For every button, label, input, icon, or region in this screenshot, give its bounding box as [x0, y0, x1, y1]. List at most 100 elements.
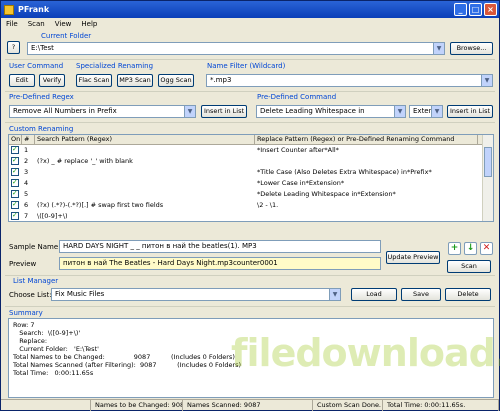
chevron-down-icon[interactable]: ▼: [431, 106, 442, 117]
ogg-scan-button[interactable]: Ogg Scan: [158, 74, 194, 87]
row-number: 5: [24, 190, 29, 198]
status-names-scanned: Names Scanned: 9087: [183, 400, 313, 411]
update-preview-button[interactable]: Update Preview: [386, 251, 440, 264]
save-button[interactable]: Save: [401, 288, 441, 301]
row-number: 6: [24, 201, 29, 209]
divider: [5, 59, 495, 60]
table-header: On # Search Pattern (Regex) Replace Patt…: [9, 135, 493, 145]
current-folder-combo[interactable]: E:\Test ▼: [27, 42, 445, 55]
replace-pattern-cell[interactable]: *Insert Counter after*All*: [255, 145, 478, 156]
search-pattern-cell[interactable]: [35, 189, 255, 200]
sample-name-label: Sample Name: [9, 243, 59, 251]
status-total-time: Total Time: 0:00:11.65s.: [383, 400, 499, 411]
name-filter-label: Name Filter (Wildcard): [207, 62, 286, 70]
name-filter-combo[interactable]: *.mp3 ▼: [206, 74, 493, 87]
divider: [5, 122, 495, 123]
current-folder-value: E:\Test: [31, 44, 54, 52]
choose-list-label: Choose List:: [9, 291, 52, 299]
column-header[interactable]: #: [22, 135, 35, 144]
app-window: PFrank _ □ × File Scan View Help Current…: [0, 0, 500, 411]
status-scan-done: Custom Scan Done.: [313, 400, 383, 411]
chevron-down-icon[interactable]: ▼: [184, 106, 195, 117]
row-checkbox[interactable]: [11, 211, 19, 221]
extension-combo[interactable]: Extensi ▼: [409, 105, 443, 118]
row-checkbox[interactable]: [11, 189, 19, 199]
column-header[interactable]: Replace Pattern (Regex) or Pre-Defined R…: [255, 135, 478, 144]
custom-renaming-table[interactable]: On # Search Pattern (Regex) Replace Patt…: [8, 134, 494, 222]
browse-button[interactable]: Browse...: [450, 42, 493, 55]
minimize-button[interactable]: _: [454, 3, 467, 16]
title-bar[interactable]: PFrank _ □ ×: [1, 1, 499, 18]
menu-view[interactable]: View: [55, 20, 72, 28]
menu-bar: File Scan View Help: [1, 18, 499, 30]
replace-pattern-cell[interactable]: [255, 156, 478, 167]
load-button[interactable]: Load: [351, 288, 397, 301]
list-combo[interactable]: Fix Music Files ▼: [51, 288, 341, 301]
replace-pattern-cell[interactable]: *Title Case (Also Deletes Extra Whitespa…: [255, 167, 478, 178]
insert-command-button[interactable]: Insert in List: [447, 105, 493, 118]
row-checkbox[interactable]: [11, 167, 19, 177]
table-row[interactable]: 4 *Lower Case in*Extension*: [9, 178, 493, 189]
replace-pattern-cell[interactable]: [255, 211, 478, 221]
predefined-regex-combo[interactable]: Remove All Numbers in Prefix ▼: [9, 105, 196, 118]
table-row[interactable]: 3 *Title Case (Also Deletes Extra Whites…: [9, 167, 493, 178]
sample-name-input[interactable]: HARD DAYS NIGHT _ _ питон в най the beat…: [59, 240, 381, 253]
column-header[interactable]: Search Pattern (Regex): [35, 135, 255, 144]
close-button[interactable]: ×: [484, 3, 497, 16]
replace-pattern-cell[interactable]: \2 - \1.: [255, 200, 478, 211]
delete-button[interactable]: Delete: [445, 288, 491, 301]
mp3-scan-button[interactable]: MP3 Scan: [117, 74, 153, 87]
chevron-down-icon[interactable]: ▼: [394, 106, 405, 117]
menu-scan[interactable]: Scan: [28, 20, 45, 28]
divider: [5, 275, 495, 276]
table-scrollbar[interactable]: [482, 135, 493, 221]
row-number: 2: [24, 157, 29, 165]
edit-button[interactable]: Edit: [9, 74, 35, 87]
table-row[interactable]: 2 (?x) _ # replace '_' with blank: [9, 156, 493, 167]
user-command-label: User Command: [9, 62, 64, 70]
search-pattern-cell[interactable]: [35, 145, 255, 156]
scan-button[interactable]: Scan: [447, 260, 491, 273]
search-pattern-cell[interactable]: (?x) (.*?)-(.*?)[.] # swap first two fie…: [35, 200, 255, 211]
replace-pattern-cell[interactable]: *Lower Case in*Extension*: [255, 178, 478, 189]
verify-button[interactable]: Verify: [39, 74, 65, 87]
menu-file[interactable]: File: [6, 20, 18, 28]
status-bar: Names to be Changed: 9087 Names Scanned:…: [1, 399, 499, 411]
table-row[interactable]: 6 (?x) (.*?)-(.*?)[.] # swap first two f…: [9, 200, 493, 211]
move-down-icon[interactable]: ↓: [464, 242, 477, 255]
row-checkbox[interactable]: [11, 200, 19, 210]
replace-pattern-cell[interactable]: *Delete Leading Whitespace in*Extension*: [255, 189, 478, 200]
table-row[interactable]: 7 \([0-9]+\): [9, 211, 493, 221]
column-header[interactable]: On: [9, 135, 22, 144]
predefined-command-value: Delete Leading Whitespace in: [260, 107, 365, 115]
divider: [5, 91, 495, 92]
search-pattern-cell[interactable]: (?x) _ # replace '_' with blank: [35, 156, 255, 167]
predefined-regex-value: Remove All Numbers in Prefix: [13, 107, 117, 115]
table-row[interactable]: 5 *Delete Leading Whitespace in*Extensio…: [9, 189, 493, 200]
row-number: 3: [24, 168, 29, 176]
row-checkbox[interactable]: [11, 178, 19, 188]
search-pattern-cell[interactable]: [35, 178, 255, 189]
divider: [5, 306, 495, 307]
maximize-button[interactable]: □: [469, 3, 482, 16]
scrollbar-thumb[interactable]: [484, 147, 492, 177]
help-button[interactable]: ?: [7, 41, 20, 54]
chevron-down-icon[interactable]: ▼: [433, 43, 444, 54]
row-number: 7: [24, 212, 29, 220]
row-number: 4: [24, 179, 29, 187]
predefined-command-combo[interactable]: Delete Leading Whitespace in ▼: [256, 105, 406, 118]
add-row-icon[interactable]: +: [448, 242, 461, 255]
current-folder-label: Current Folder: [41, 32, 92, 40]
watermark-logo: filedownload.com: [231, 331, 500, 375]
row-checkbox[interactable]: [11, 156, 19, 166]
chevron-down-icon[interactable]: ▼: [481, 75, 492, 86]
insert-regex-button[interactable]: Insert in List: [201, 105, 247, 118]
delete-row-icon[interactable]: ✕: [480, 242, 493, 255]
table-row[interactable]: 1 *Insert Counter after*All*: [9, 145, 493, 156]
menu-help[interactable]: Help: [81, 20, 97, 28]
row-checkbox[interactable]: [11, 145, 19, 155]
chevron-down-icon[interactable]: ▼: [329, 289, 340, 300]
search-pattern-cell[interactable]: \([0-9]+\): [35, 211, 255, 221]
search-pattern-cell[interactable]: [35, 167, 255, 178]
flac-scan-button[interactable]: Flac Scan: [76, 74, 112, 87]
